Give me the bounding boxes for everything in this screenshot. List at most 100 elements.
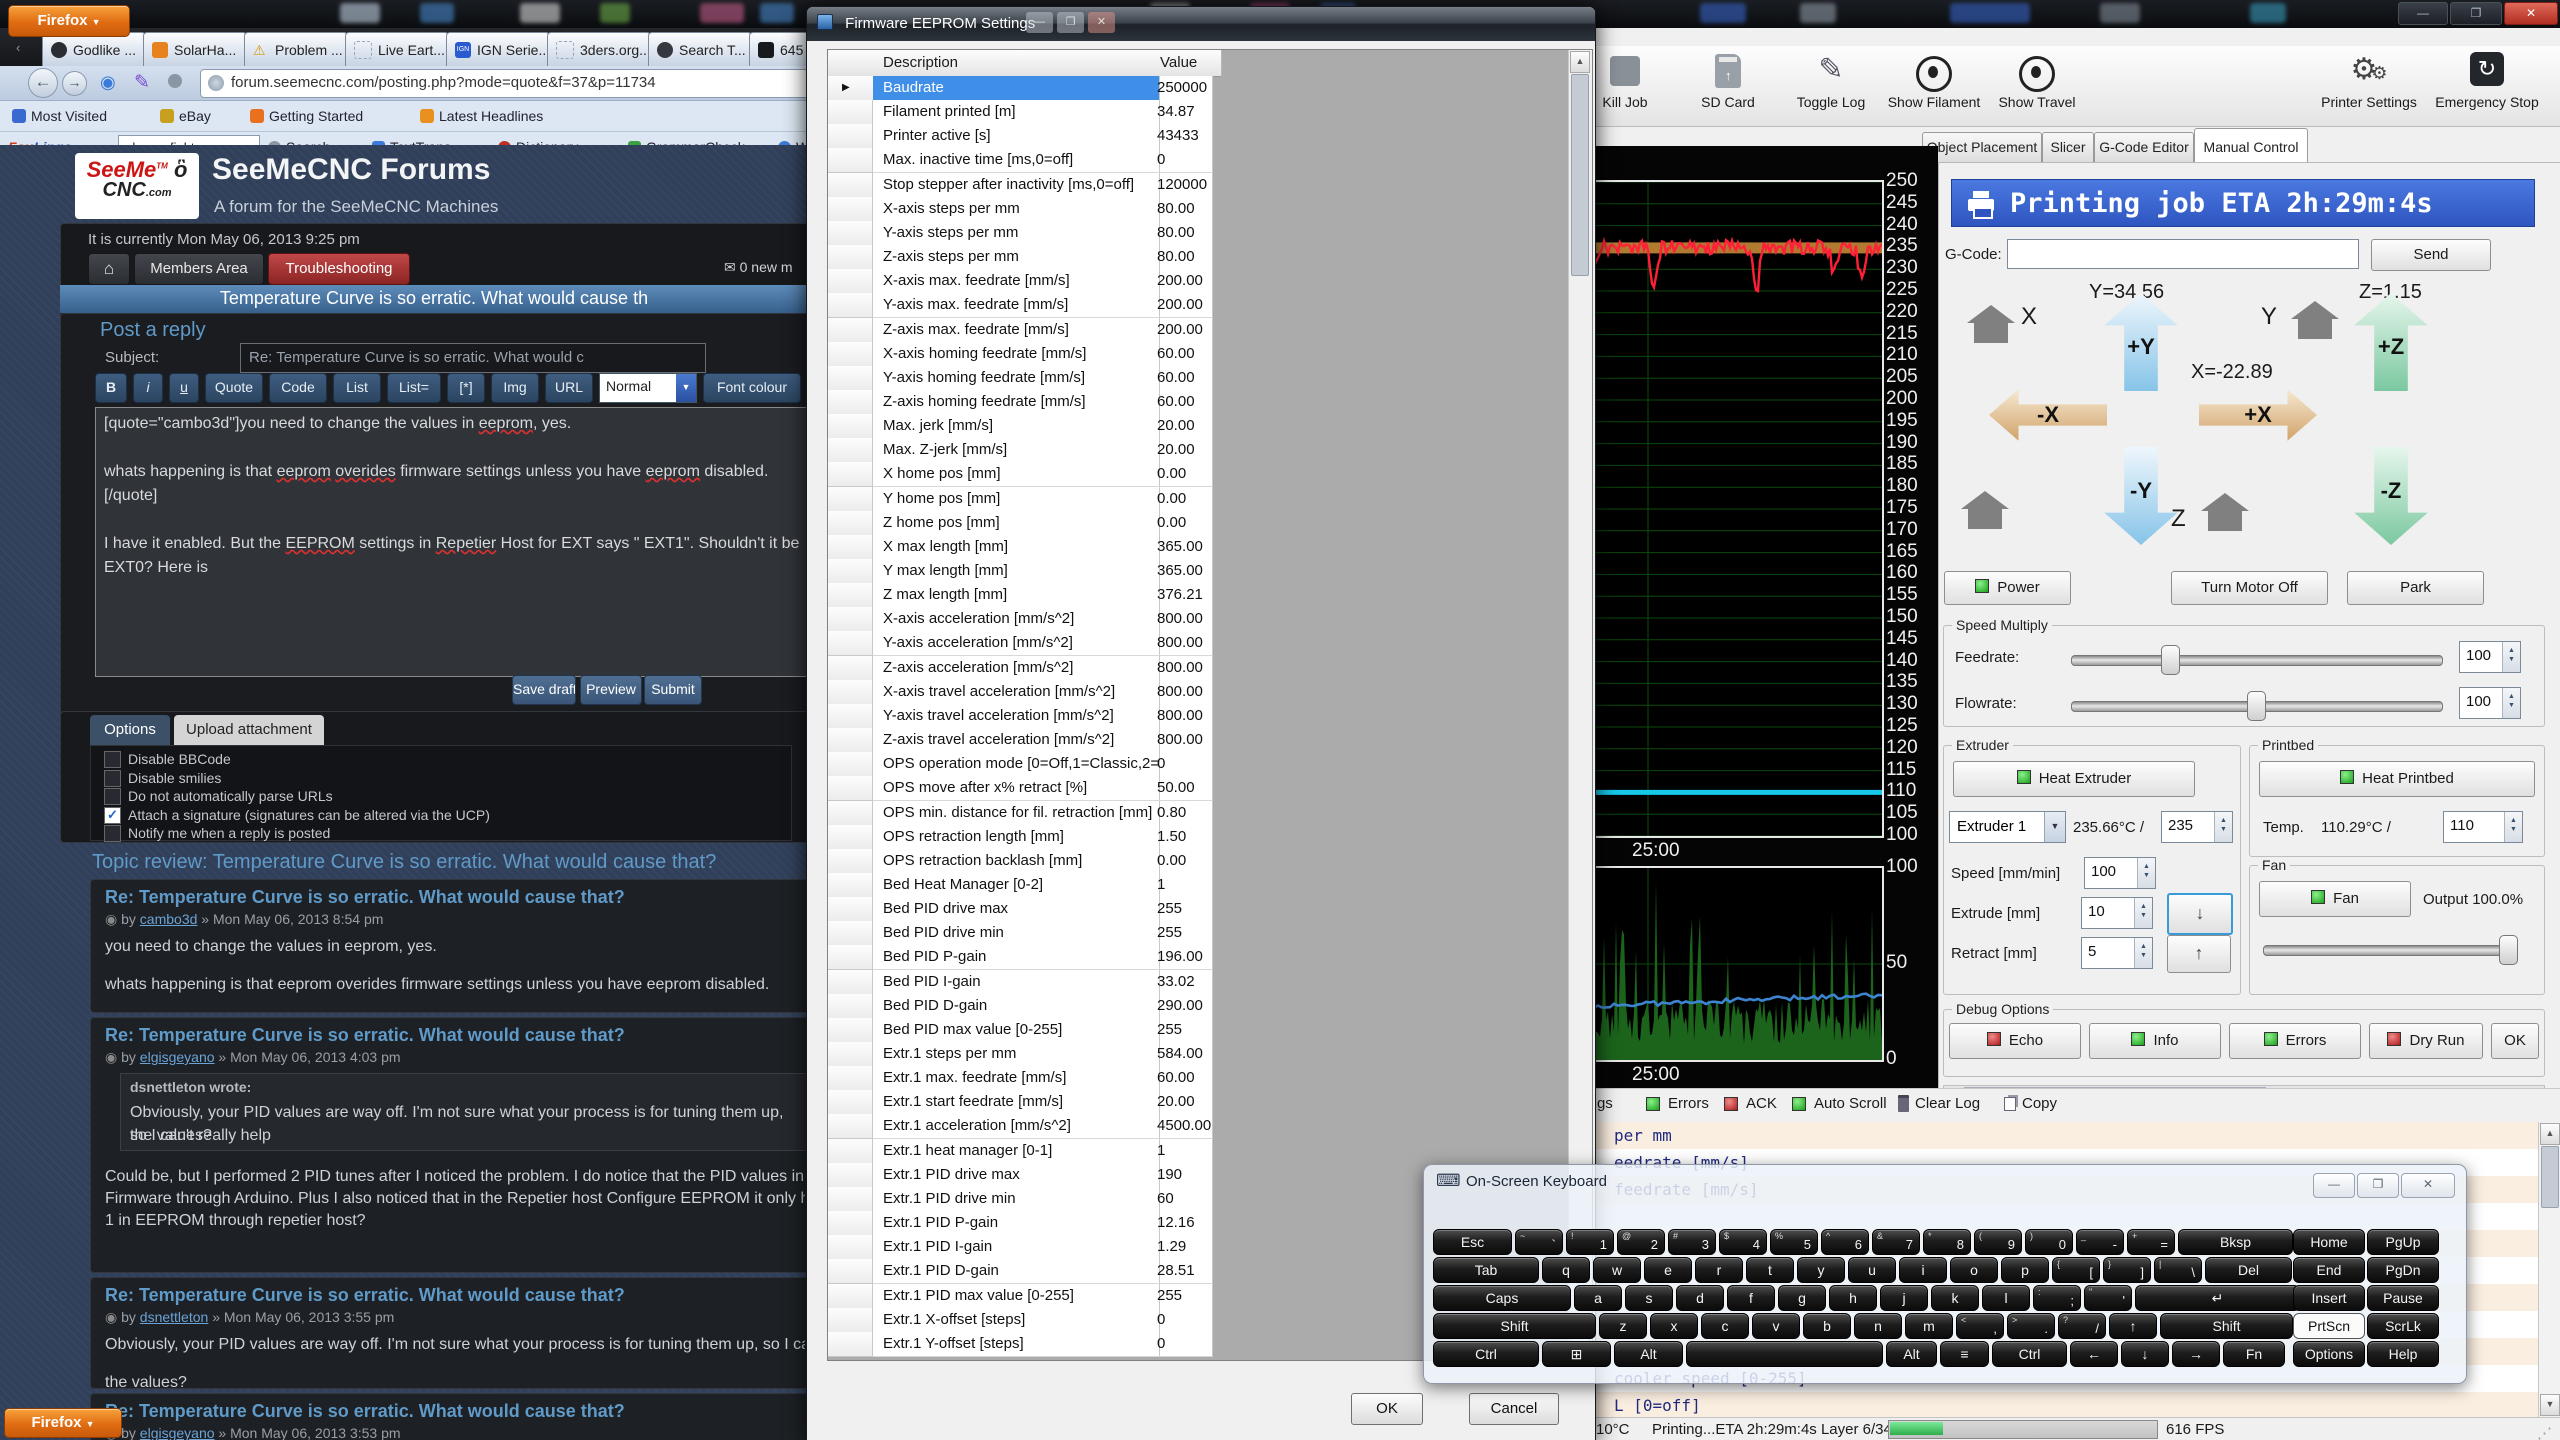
eeprom-desc-cell[interactable]: OPS min. distance for fil. retraction [m… <box>873 801 1160 826</box>
toolbar-emergency-stop-button[interactable]: ↻Emergency Stop <box>2428 52 2546 120</box>
eeprom-desc-cell[interactable]: Bed Heat Manager [0-2] <box>873 873 1160 898</box>
key-t[interactable]: t <box>1746 1257 1794 1283</box>
key-z[interactable]: z <box>1599 1313 1647 1339</box>
browser-tab-6[interactable]: Search T... <box>648 32 752 66</box>
bbcode-url-button[interactable]: URL <box>545 373 593 403</box>
turn-motor-off-button[interactable]: Turn Motor Off <box>2171 571 2328 605</box>
eeprom-row[interactable]: Max. jerk [mm/s]20.00 <box>828 414 1212 438</box>
eeprom-row[interactable]: X-axis acceleration [mm/s^2]800.00 <box>828 607 1212 631</box>
tab-upload-attachment[interactable]: Upload attachment <box>174 715 324 745</box>
taskbar-preview-9[interactable] <box>1700 3 1746 23</box>
taskbar-preview-12[interactable] <box>2100 3 2140 23</box>
eeprom-desc-cell[interactable]: Extr.1 Y-offset [steps] <box>873 1332 1160 1357</box>
eeprom-desc-cell[interactable]: Z home pos [mm] <box>873 511 1160 536</box>
extruder-speed-spinner[interactable]: 100▲▼ <box>2084 857 2156 889</box>
key-Shift[interactable]: Shift <box>2160 1313 2293 1339</box>
reader-eye-icon[interactable]: ◉ <box>100 72 116 93</box>
browser-tab-4[interactable]: IGNIGN Serie... <box>446 32 550 66</box>
eeprom-row[interactable]: Bed PID drive min255 <box>828 921 1212 945</box>
key-=[interactable]: += <box>2127 1229 2175 1255</box>
window-minimize-button[interactable]: — <box>2398 2 2448 25</box>
key-8[interactable]: *8 <box>1923 1229 1971 1255</box>
window-close-button[interactable]: ✕ <box>2504 2 2558 25</box>
eeprom-desc-cell[interactable]: Extr.1 PID max value [0-255] <box>873 1284 1160 1309</box>
eeprom-row[interactable]: Extr.1 heat manager [0-1]1 <box>828 1139 1212 1163</box>
flowrate-slider-thumb[interactable] <box>2247 691 2266 721</box>
park-button[interactable]: Park <box>2347 571 2484 605</box>
key-[[interactable]: {[ <box>2052 1257 2100 1283</box>
tab-options[interactable]: Options <box>90 715 170 745</box>
eeprom-value-cell[interactable]: 255 <box>1150 1284 1213 1309</box>
eeprom-desc-cell[interactable]: Y max length [mm] <box>873 559 1160 584</box>
eeprom-value-cell[interactable]: 376.21 <box>1150 583 1213 608</box>
feedrate-spinner[interactable]: 100▲▼ <box>2459 641 2521 673</box>
checkbox-0[interactable] <box>104 751 121 768</box>
back-button[interactable]: ← <box>28 68 58 98</box>
eeprom-value-cell[interactable]: 80.00 <box>1150 221 1213 246</box>
eeprom-desc-cell[interactable]: X-axis homing feedrate [mm/s] <box>873 342 1160 367</box>
checkbox-1[interactable] <box>104 770 121 787</box>
key-g[interactable]: g <box>1778 1285 1826 1311</box>
eeprom-table-scrollbar[interactable]: ▲ ▼ <box>1568 50 1592 1358</box>
eeprom-desc-cell[interactable]: OPS operation mode [0=Off,1=Classic,2=Fa… <box>873 752 1160 777</box>
eeprom-desc-cell[interactable]: Bed PID I-gain <box>873 970 1160 995</box>
eeprom-row[interactable]: Y-axis acceleration [mm/s^2]800.00 <box>828 631 1212 655</box>
eeprom-desc-cell[interactable]: Y-axis acceleration [mm/s^2] <box>873 631 1160 656</box>
extruder-temp-spinner[interactable]: 235▲▼ <box>2161 811 2233 843</box>
post-action-submit-button[interactable]: Submit <box>644 675 702 705</box>
eeprom-row[interactable]: Extr.1 PID D-gain28.51 <box>828 1259 1212 1283</box>
tab-manual-control[interactable]: Manual Control <box>2194 128 2308 164</box>
bbcode-b-button[interactable]: B <box>95 373 127 403</box>
power-button[interactable]: Power <box>1944 571 2071 605</box>
key-f[interactable]: f <box>1727 1285 1775 1311</box>
jog-plus-y-button[interactable]: +Y <box>2101 293 2181 391</box>
toolbar-show-travel-button[interactable]: Show Travel <box>1982 52 2092 120</box>
eeprom-ok-button[interactable]: OK <box>1351 1393 1423 1425</box>
key-⊞[interactable]: ⊞ <box>1542 1341 1611 1367</box>
key-k[interactable]: k <box>1931 1285 1979 1311</box>
feedrate-slider-thumb[interactable] <box>2161 645 2180 675</box>
eeprom-desc-cell[interactable]: Z-axis homing feedrate [mm/s] <box>873 390 1160 415</box>
eeprom-row[interactable]: Extr.1 PID P-gain12.16 <box>828 1211 1212 1235</box>
key-Esc[interactable]: Esc <box>1433 1229 1512 1255</box>
eeprom-desc-cell[interactable]: OPS move after x% retract [%] <box>873 776 1160 801</box>
key-↑[interactable]: ↑ <box>2109 1313 2157 1339</box>
bbcode-img-button[interactable]: Img <box>491 373 539 403</box>
fan-slider-thumb[interactable] <box>2499 935 2518 965</box>
eeprom-row[interactable]: Extr.1 PID drive min60 <box>828 1187 1212 1211</box>
tab-object-placement[interactable]: Object Placement <box>1922 132 2042 163</box>
eeprom-desc-cell[interactable]: X max length [mm] <box>873 535 1160 560</box>
eeprom-row[interactable]: OPS retraction length [mm]1.50 <box>828 825 1212 849</box>
home-y-button[interactable] <box>2291 301 2339 339</box>
log-copy-toggle[interactable]: Copy <box>2004 1095 2057 1112</box>
key-m[interactable]: m <box>1905 1313 1953 1339</box>
key-↵[interactable]: ↵ <box>2135 1285 2300 1311</box>
browser-tab-0[interactable]: Godlike ... <box>42 32 146 66</box>
eeprom-desc-cell[interactable]: Y-axis travel acceleration [mm/s^2] <box>873 704 1160 729</box>
key-Caps[interactable]: Caps <box>1433 1285 1571 1311</box>
key-`[interactable]: ~` <box>1515 1229 1563 1255</box>
feedrate-slider[interactable] <box>2071 655 2443 666</box>
jog-minus-x-button[interactable]: -X <box>1989 387 2107 443</box>
eeprom-value-cell[interactable]: 60.00 <box>1150 390 1213 415</box>
eeprom-row[interactable]: Z-axis max. feedrate [mm/s]200.00 <box>828 318 1212 342</box>
eeprom-desc-cell[interactable]: Extr.1 steps per mm <box>873 1042 1160 1067</box>
eeprom-value-cell[interactable]: 255 <box>1150 1018 1213 1043</box>
eeprom-row[interactable]: Y-axis travel acceleration [mm/s^2]800.0… <box>828 704 1212 728</box>
eeprom-desc-cell[interactable]: Stop stepper after inactivity [ms,0=off] <box>873 173 1160 198</box>
eeprom-value-cell[interactable]: 1.29 <box>1150 1235 1213 1260</box>
eeprom-row[interactable]: Y-axis max. feedrate [mm/s]200.00 <box>828 293 1212 317</box>
home-x-button[interactable] <box>1967 305 2015 343</box>
key-i[interactable]: i <box>1899 1257 1947 1283</box>
author-link[interactable]: elgisgeyano <box>140 1425 215 1440</box>
eeprom-row[interactable]: Bed PID D-gain290.00 <box>828 994 1212 1018</box>
eeprom-value-cell[interactable]: 0 <box>1150 1308 1213 1333</box>
eeprom-desc-cell[interactable]: Filament printed [m] <box>873 100 1160 125</box>
key-;[interactable]: :; <box>2033 1285 2081 1311</box>
jog-minus-y-button[interactable]: -Y <box>2101 447 2181 545</box>
eeprom-row[interactable]: Bed PID max value [0-255]255 <box>828 1018 1212 1042</box>
eeprom-desc-cell[interactable]: Y home pos [mm] <box>873 487 1160 512</box>
key-pause[interactable]: Pause <box>2367 1285 2439 1311</box>
eeprom-row[interactable]: Extr.1 start feedrate [mm/s]20.00 <box>828 1090 1212 1114</box>
fan-button[interactable]: Fan <box>2259 881 2411 917</box>
